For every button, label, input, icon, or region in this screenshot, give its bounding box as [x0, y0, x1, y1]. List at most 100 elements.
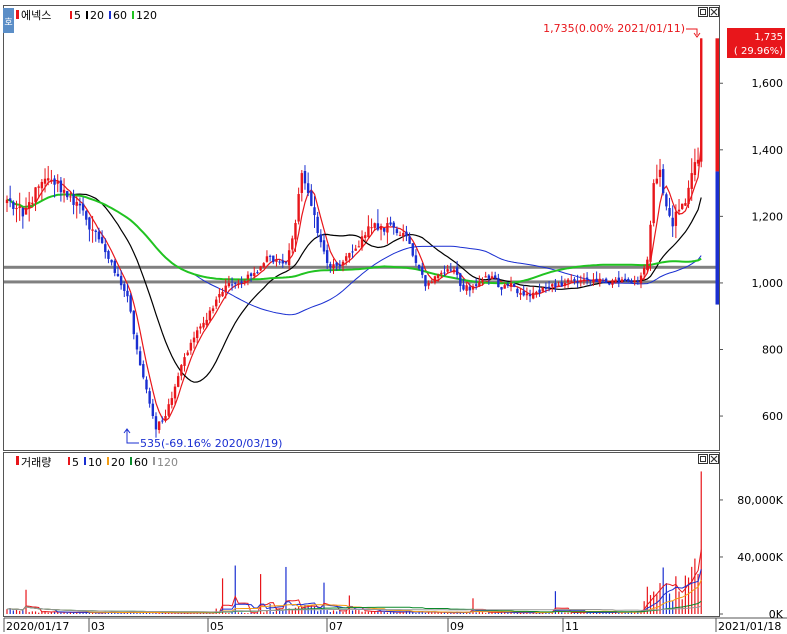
- candle-body: [493, 275, 497, 279]
- candle-body: [557, 284, 560, 286]
- candle-body: [27, 202, 31, 209]
- close-button[interactable]: [709, 454, 719, 464]
- candle-body: [344, 256, 348, 261]
- candle-body: [34, 187, 37, 203]
- volume-bar: [700, 471, 702, 614]
- x-tick-label: 2021/01/18: [718, 620, 781, 633]
- candle-body: [681, 203, 684, 209]
- candle-body: [687, 187, 690, 205]
- candle-body: [332, 264, 335, 269]
- candle-body: [12, 201, 15, 209]
- candle-body: [538, 289, 541, 293]
- candle-body: [192, 337, 196, 343]
- candle-body: [97, 231, 101, 240]
- current-price-badge: 1,735 ( 29.96%): [727, 28, 785, 58]
- y-tick-label: 40,000K: [737, 551, 783, 564]
- candle-body: [370, 227, 373, 229]
- candle-body: [145, 379, 148, 390]
- candle-body: [525, 293, 529, 296]
- candle-body: [364, 235, 367, 238]
- candle-body: [37, 186, 40, 188]
- candle-body: [75, 201, 78, 206]
- candle-body: [462, 284, 465, 290]
- volume-bar: [672, 601, 674, 614]
- candle-body: [639, 275, 643, 284]
- volume-bar: [668, 593, 671, 614]
- candle-body: [576, 281, 579, 283]
- candle-body: [617, 277, 621, 283]
- candle-body: [322, 240, 326, 252]
- volume-bar: [561, 612, 563, 614]
- volume-panel[interactable]: [3, 452, 720, 617]
- candle-body: [167, 404, 170, 416]
- candle-body: [47, 178, 50, 181]
- candle-body: [506, 284, 510, 286]
- candle-body: [509, 282, 513, 287]
- close-button[interactable]: [709, 7, 719, 17]
- candle-body: [402, 232, 405, 237]
- candle-body: [234, 282, 237, 284]
- candle-body: [649, 224, 652, 262]
- candle-body: [459, 273, 462, 286]
- volume-bar: [361, 611, 363, 614]
- candle-body: [268, 255, 272, 257]
- candle-body: [211, 308, 215, 312]
- candle-body: [40, 181, 44, 189]
- candle-body: [186, 352, 189, 356]
- candle-body: [611, 280, 614, 285]
- y-tick-label: 800: [762, 343, 783, 356]
- volume-bar: [564, 612, 566, 614]
- candle-body: [421, 267, 424, 275]
- volume-bar: [447, 612, 449, 614]
- candle-body: [249, 273, 253, 276]
- candle-body: [627, 279, 630, 282]
- candle-body: [700, 38, 703, 162]
- price-panel[interactable]: [3, 5, 720, 451]
- candle-body: [541, 287, 544, 292]
- current-bar-marker: [715, 38, 719, 172]
- volume-bar: [240, 612, 243, 614]
- volume-bar: [225, 612, 227, 614]
- volume-bar: [529, 613, 531, 614]
- candle-body: [56, 181, 59, 184]
- x-tick-label: 11: [565, 620, 579, 633]
- candle-body: [522, 291, 525, 296]
- candle-body: [338, 264, 342, 267]
- volume-bar: [656, 594, 658, 614]
- y-tick-label: 600: [762, 410, 783, 423]
- candle-body: [196, 330, 199, 339]
- candle-body: [173, 386, 177, 399]
- candle-body: [148, 391, 151, 404]
- candle-body: [297, 194, 300, 222]
- volume-bar: [342, 611, 344, 614]
- candle-body: [560, 282, 563, 287]
- candle-body: [170, 398, 174, 405]
- candle-body: [636, 280, 640, 282]
- candle-body: [107, 251, 110, 259]
- candle-body: [652, 183, 655, 224]
- candle-body: [595, 278, 598, 282]
- candle-body: [164, 416, 167, 421]
- candle-body: [373, 223, 376, 228]
- candle-body: [281, 260, 284, 264]
- ma-legend-label: 60: [113, 9, 127, 22]
- candle-body: [132, 310, 135, 335]
- volume-bar: [535, 613, 537, 614]
- ma-legend-label: 10: [88, 456, 102, 469]
- volume-bar: [294, 607, 297, 614]
- candle-body: [592, 279, 595, 283]
- volume-bar: [415, 612, 417, 614]
- volume-bar: [47, 612, 49, 614]
- maximize-button[interactable]: [698, 7, 708, 17]
- high-annotation-label: 1,735(0.00% 2021/01/11): [543, 22, 685, 35]
- volume-bar: [355, 609, 357, 614]
- candle-body: [104, 244, 107, 253]
- volume-bar: [180, 613, 182, 614]
- maximize-button[interactable]: [698, 454, 708, 464]
- candle-body: [468, 286, 472, 291]
- candle-body: [176, 376, 180, 387]
- candle-body: [100, 237, 104, 243]
- candle-body: [414, 255, 418, 263]
- candle-body: [256, 272, 259, 274]
- candle-body: [123, 284, 126, 291]
